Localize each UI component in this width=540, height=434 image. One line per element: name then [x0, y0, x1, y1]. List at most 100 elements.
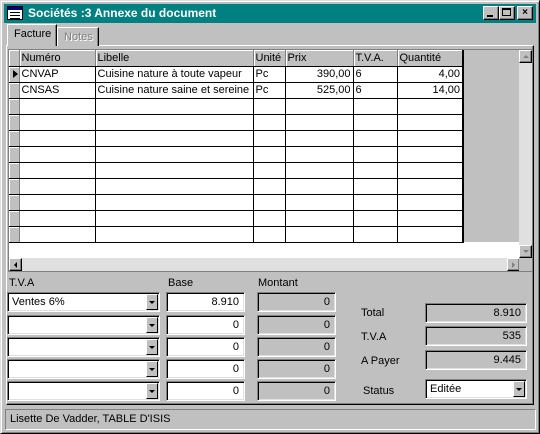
empty-table-row[interactable] — [9, 210, 521, 227]
empty-cell[interactable] — [253, 98, 286, 115]
base-field[interactable]: 0 — [166, 315, 245, 335]
cell-numero[interactable]: CNVAP — [19, 66, 96, 83]
status-select[interactable]: Editée — [425, 379, 527, 399]
empty-cell[interactable] — [19, 226, 96, 243]
empty-cell[interactable] — [95, 162, 254, 179]
empty-cell[interactable] — [353, 146, 398, 163]
grid-vertical-scrollbar[interactable] — [519, 50, 532, 258]
empty-cell[interactable] — [353, 178, 398, 195]
tva-rate-select[interactable]: Ventes 6% — [7, 292, 160, 312]
empty-cell[interactable] — [285, 130, 354, 147]
empty-cell[interactable] — [19, 146, 96, 163]
empty-cell[interactable] — [397, 98, 464, 115]
tab-notes[interactable]: Notes — [57, 27, 99, 46]
empty-cell[interactable] — [19, 114, 96, 131]
empty-cell[interactable] — [397, 210, 464, 227]
empty-cell[interactable] — [95, 178, 254, 195]
column-header-libelle[interactable]: Libelle — [95, 50, 254, 67]
row-selector[interactable] — [9, 66, 20, 83]
row-selector[interactable] — [9, 146, 20, 163]
minimize-button[interactable] — [483, 6, 499, 20]
empty-cell[interactable] — [253, 114, 286, 131]
tva-rate-select[interactable] — [7, 359, 160, 379]
empty-table-row[interactable] — [9, 178, 521, 195]
empty-cell[interactable] — [285, 162, 354, 179]
row-selector[interactable] — [9, 210, 20, 227]
empty-table-row[interactable] — [9, 162, 521, 179]
empty-cell[interactable] — [253, 226, 286, 243]
row-selector[interactable] — [9, 162, 20, 179]
empty-cell[interactable] — [95, 98, 254, 115]
empty-cell[interactable] — [95, 210, 254, 227]
scroll-up-button[interactable] — [519, 50, 532, 63]
empty-cell[interactable] — [95, 226, 254, 243]
empty-cell[interactable] — [19, 178, 96, 195]
tva-rate-select[interactable] — [7, 381, 160, 401]
cell-unite[interactable]: Pc — [253, 66, 286, 83]
column-header-unite[interactable]: Unité — [253, 50, 286, 67]
empty-cell[interactable] — [397, 194, 464, 211]
empty-cell[interactable] — [95, 194, 254, 211]
base-field[interactable]: 0 — [166, 337, 245, 357]
empty-cell[interactable] — [397, 178, 464, 195]
empty-table-row[interactable] — [9, 114, 521, 131]
empty-cell[interactable] — [19, 194, 96, 211]
empty-cell[interactable] — [285, 210, 354, 227]
cell-quantite[interactable]: 4,00 — [397, 66, 464, 83]
base-field[interactable]: 0 — [166, 359, 245, 379]
base-field[interactable]: 8.910 — [166, 292, 245, 312]
base-field[interactable]: 0 — [166, 381, 245, 401]
empty-cell[interactable] — [397, 130, 464, 147]
cell-unite[interactable]: Pc — [253, 82, 286, 99]
maximize-button[interactable] — [499, 6, 515, 20]
empty-table-row[interactable] — [9, 130, 521, 147]
empty-cell[interactable] — [253, 210, 286, 227]
empty-cell[interactable] — [353, 162, 398, 179]
empty-cell[interactable] — [95, 130, 254, 147]
empty-cell[interactable] — [285, 178, 354, 195]
empty-cell[interactable] — [397, 146, 464, 163]
empty-cell[interactable] — [353, 210, 398, 227]
empty-cell[interactable] — [253, 162, 286, 179]
empty-cell[interactable] — [285, 146, 354, 163]
scroll-left-button[interactable] — [9, 258, 22, 271]
empty-cell[interactable] — [353, 114, 398, 131]
cell-tva[interactable]: 6 — [353, 82, 398, 99]
row-selector[interactable] — [9, 114, 20, 131]
empty-cell[interactable] — [253, 130, 286, 147]
tva-rate-dropdown-button[interactable] — [146, 294, 158, 310]
cell-numero[interactable]: CNSAS — [19, 82, 96, 99]
row-selector[interactable] — [9, 226, 20, 243]
scroll-down-button[interactable] — [519, 245, 532, 258]
empty-table-row[interactable] — [9, 146, 521, 163]
empty-cell[interactable] — [353, 98, 398, 115]
tva-rate-dropdown-button[interactable] — [146, 317, 158, 333]
tva-rate-select[interactable] — [7, 337, 160, 357]
empty-table-row[interactable] — [9, 226, 521, 243]
empty-cell[interactable] — [353, 130, 398, 147]
empty-cell[interactable] — [285, 194, 354, 211]
tab-facture[interactable]: Facture — [7, 24, 57, 46]
empty-table-row[interactable] — [9, 98, 521, 115]
empty-table-row[interactable] — [9, 194, 521, 211]
empty-cell[interactable] — [285, 114, 354, 131]
empty-cell[interactable] — [285, 226, 354, 243]
empty-cell[interactable] — [95, 114, 254, 131]
empty-cell[interactable] — [19, 130, 96, 147]
row-selector[interactable] — [9, 82, 20, 99]
empty-cell[interactable] — [397, 226, 464, 243]
column-header-prix[interactable]: Prix — [285, 50, 354, 67]
empty-cell[interactable] — [19, 210, 96, 227]
close-button[interactable]: × — [517, 6, 533, 20]
empty-cell[interactable] — [353, 226, 398, 243]
cell-libelle[interactable]: Cuisine nature à toute vapeur — [95, 66, 254, 83]
cell-prix[interactable]: 525,00 — [285, 82, 354, 99]
empty-cell[interactable] — [397, 114, 464, 131]
row-selector[interactable] — [9, 98, 20, 115]
row-selector[interactable] — [9, 194, 20, 211]
tva-rate-dropdown-button[interactable] — [146, 361, 158, 377]
column-header-quantite[interactable]: Quantité — [397, 50, 464, 67]
empty-cell[interactable] — [19, 98, 96, 115]
invoice-lines-grid[interactable]: Numéro Libelle Unité Prix T.V.A. Quantit… — [8, 49, 533, 272]
title-bar[interactable]: Sociétés :3 Annexe du document × — [4, 4, 536, 23]
